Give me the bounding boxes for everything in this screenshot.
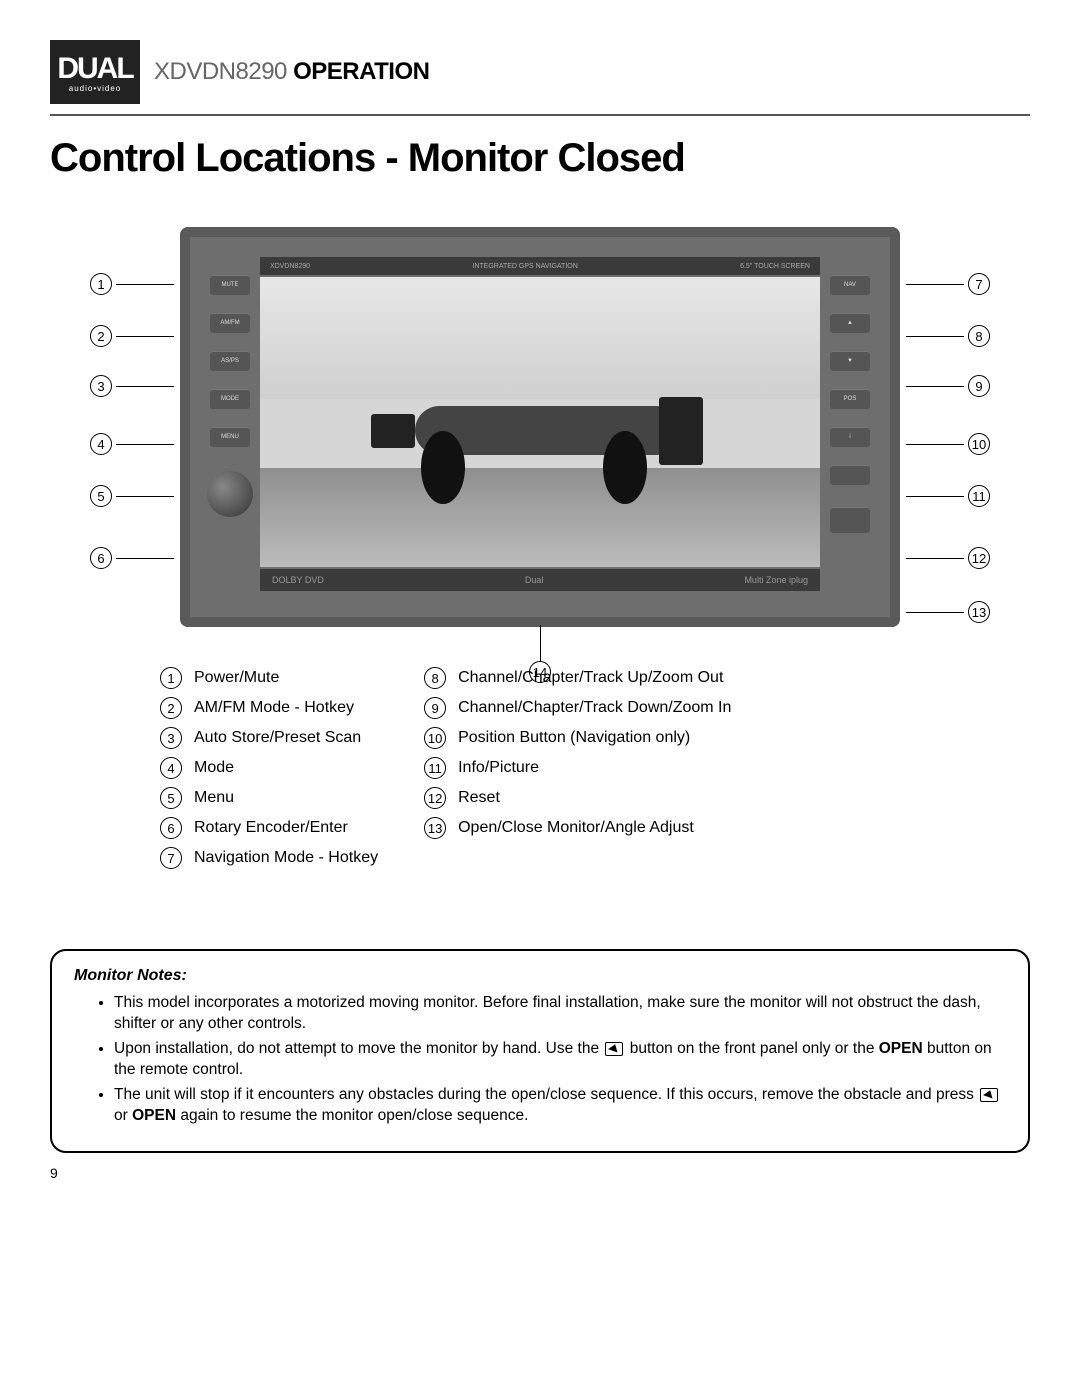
callout-8: 8 bbox=[906, 325, 990, 347]
open-close-button bbox=[830, 507, 870, 533]
legend-13: 13Open/Close Monitor/Angle Adjust bbox=[424, 817, 731, 839]
callout-14: 14 bbox=[529, 625, 551, 683]
brand-name: DUAL bbox=[57, 52, 132, 86]
notes-title: Monitor Notes: bbox=[74, 967, 1006, 985]
callout-10: 10 bbox=[906, 433, 990, 455]
screen-bottom-strip: DOLBY DVD Dual Multi Zone iplug bbox=[260, 569, 820, 591]
note-1: This model incorporates a motorized movi… bbox=[114, 993, 1006, 1035]
note-3: The unit will stop if it encounters any … bbox=[114, 1085, 1006, 1127]
bottom-mid: Dual bbox=[525, 575, 544, 585]
asps-button: AS/PS bbox=[210, 351, 250, 371]
legend-9: 9Channel/Chapter/Track Down/Zoom In bbox=[424, 697, 731, 719]
legend-12: 12Reset bbox=[424, 787, 731, 809]
device-diagram: XDVDN8290 INTEGRATED GPS NAVIGATION 6.5"… bbox=[100, 227, 980, 627]
brand-logo: DUAL audio•video bbox=[50, 40, 140, 104]
open-icon bbox=[980, 1088, 998, 1102]
page-number: 9 bbox=[50, 1165, 1030, 1181]
model-operation: XDVDN8290 OPERATION bbox=[154, 58, 429, 86]
left-button-column: MUTE AM/FM AS/PS MODE MENU bbox=[202, 275, 258, 517]
open-icon bbox=[605, 1042, 623, 1056]
callout-3: 3 bbox=[90, 375, 174, 397]
mute-button: MUTE bbox=[210, 275, 250, 295]
notes-list: This model incorporates a motorized movi… bbox=[74, 993, 1006, 1127]
device-body: XDVDN8290 INTEGRATED GPS NAVIGATION 6.5"… bbox=[180, 227, 900, 627]
callout-11: 11 bbox=[906, 485, 990, 507]
legend-6: 6Rotary Encoder/Enter bbox=[160, 817, 378, 839]
info-button: i bbox=[830, 427, 870, 447]
legend-10: 10Position Button (Navigation only) bbox=[424, 727, 731, 749]
strip-right: 6.5" TOUCH SCREEN bbox=[740, 263, 810, 270]
race-car-illustration bbox=[383, 370, 697, 492]
mode-button: MODE bbox=[210, 389, 250, 409]
callout-1: 1 bbox=[90, 273, 174, 295]
legend: 1Power/Mute 2AM/FM Mode - Hotkey 3Auto S… bbox=[160, 667, 1030, 869]
operation-word: OPERATION bbox=[293, 58, 429, 85]
callout-9: 9 bbox=[906, 375, 990, 397]
callout-4: 4 bbox=[90, 433, 174, 455]
down-button: ▼ bbox=[830, 351, 870, 371]
callout-13: 13 bbox=[906, 601, 990, 623]
bottom-left: DOLBY DVD bbox=[272, 575, 324, 585]
legend-col-right: 8Channel/Chapter/Track Up/Zoom Out 9Chan… bbox=[424, 667, 731, 869]
legend-7: 7Navigation Mode - Hotkey bbox=[160, 847, 378, 869]
amfm-button: AM/FM bbox=[210, 313, 250, 333]
callout-7: 7 bbox=[906, 273, 990, 295]
strip-mid: INTEGRATED GPS NAVIGATION bbox=[472, 263, 577, 270]
callout-2: 2 bbox=[90, 325, 174, 347]
screen-top-strip: XDVDN8290 INTEGRATED GPS NAVIGATION 6.5"… bbox=[260, 257, 820, 275]
menu-button: MENU bbox=[210, 427, 250, 447]
legend-1: 1Power/Mute bbox=[160, 667, 378, 689]
strip-left: XDVDN8290 bbox=[270, 263, 310, 270]
legend-11: 11Info/Picture bbox=[424, 757, 731, 779]
legend-8: 8Channel/Chapter/Track Up/Zoom Out bbox=[424, 667, 731, 689]
legend-col-left: 1Power/Mute 2AM/FM Mode - Hotkey 3Auto S… bbox=[160, 667, 378, 869]
device-screen bbox=[260, 277, 820, 567]
callout-6: 6 bbox=[90, 547, 174, 569]
volume-knob bbox=[207, 471, 253, 517]
monitor-notes-box: Monitor Notes: This model incorporates a… bbox=[50, 949, 1030, 1153]
bottom-right: Multi Zone iplug bbox=[744, 575, 808, 585]
legend-5: 5Menu bbox=[160, 787, 378, 809]
section-title: Control Locations - Monitor Closed bbox=[50, 136, 1030, 181]
legend-2: 2AM/FM Mode - Hotkey bbox=[160, 697, 378, 719]
note-2: Upon installation, do not attempt to mov… bbox=[114, 1039, 1006, 1081]
up-button: ▲ bbox=[830, 313, 870, 333]
legend-4: 4Mode bbox=[160, 757, 378, 779]
page-header: DUAL audio•video XDVDN8290 OPERATION bbox=[50, 40, 1030, 116]
reset-button bbox=[830, 465, 870, 485]
model-number: XDVDN8290 bbox=[154, 58, 287, 85]
right-button-column: NAV ▲ ▼ POS i bbox=[822, 275, 878, 533]
brand-sub: audio•video bbox=[69, 84, 122, 93]
nav-button: NAV bbox=[830, 275, 870, 295]
callout-5: 5 bbox=[90, 485, 174, 507]
pos-button: POS bbox=[830, 389, 870, 409]
callout-12: 12 bbox=[906, 547, 990, 569]
legend-3: 3Auto Store/Preset Scan bbox=[160, 727, 378, 749]
